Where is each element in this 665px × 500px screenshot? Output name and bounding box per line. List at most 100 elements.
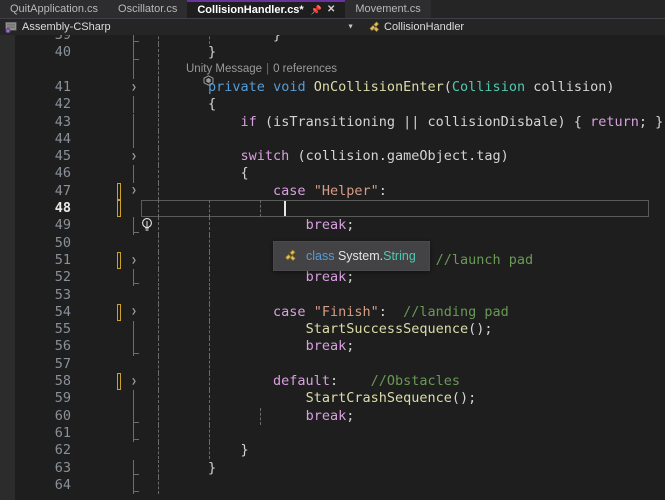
code-line[interactable]: 46 { [15,165,655,183]
fold-collapse-icon[interactable]: ❯ [127,304,141,321]
codelens-separator: | [266,62,270,75]
indent-guide [158,234,159,252]
codelens-label: Unity Message [186,62,263,75]
fold-guide [133,321,134,339]
codelens[interactable]: Unity Message | 0 references [171,62,337,86]
line-number: 53 [54,286,71,303]
line-number: 45 [54,148,71,165]
code-line[interactable]: 56 break; [15,338,655,356]
code-text: if (isTransitioning || collisionDisbale)… [240,113,664,130]
line-number: 47 [54,182,71,199]
code-line[interactable]: 60 break; [15,407,655,426]
code-line[interactable]: 57 [15,355,655,373]
line-number: 49 [54,217,71,234]
code-line[interactable]: 59 StartCrashSequence(); [15,390,655,408]
code-line[interactable]: 43 if (isTransitioning || collisionDisba… [15,113,663,131]
change-marker [117,373,121,391]
code-text: { [143,96,217,113]
line-number: 63 [54,459,71,476]
fold-end-marker [133,476,140,495]
code-line[interactable]: 62 } [15,442,655,460]
fold-end-marker [133,217,140,235]
code-line[interactable]: 52 break; [15,269,655,287]
selection-margin[interactable] [0,35,15,500]
code-line[interactable]: 61 [15,424,655,443]
code-line[interactable]: 45 ❯ switch (collision.gameObject.tag) [15,148,655,166]
tab-collisionhandler[interactable]: CollisionHandler.cs* 📌 ✕ [187,0,346,18]
fold-end-marker [133,459,140,478]
fold-end-marker [133,44,140,62]
line-number: 43 [54,113,71,130]
tab-label: Oscillator.cs [118,2,178,15]
fold-end-marker [133,269,140,287]
tab-movement[interactable]: Movement.cs [345,0,431,18]
lightbulb-icon[interactable] [75,201,152,231]
code-line[interactable]: 40 } [15,44,655,62]
code-line[interactable]: 55 StartSuccessSequence(); [15,321,655,339]
project-name: Assembly-CSharp [22,21,111,33]
class-icon [284,248,299,264]
code-line-current[interactable]: 48 [15,200,655,231]
fold-guide [133,130,134,149]
line-number: 56 [54,338,71,355]
pin-icon[interactable]: 📌 [311,5,322,15]
line-number: 61 [54,424,71,441]
fold-collapse-icon[interactable]: ❯ [127,373,141,390]
indent-guide [209,286,210,304]
fold-collapse-icon[interactable]: ❯ [127,183,141,200]
line-number: 40 [54,44,71,61]
tab-label: QuitApplication.cs [10,2,99,15]
code-line[interactable]: 41 ❯ private void OnCollisionEnter(Colli… [15,78,655,97]
project-dropdown[interactable]: Assembly-CSharp ▼ [0,19,360,35]
code-line[interactable]: 58 ❯ default: //Obstacles [15,373,655,391]
line-number: 42 [54,96,71,113]
chevron-down-icon[interactable]: ▼ [347,24,354,31]
fold-collapse-icon[interactable]: ❯ [127,252,141,269]
fold-collapse-icon[interactable]: ❯ [127,79,141,96]
fold-end-marker [133,35,140,45]
tab-oscillator[interactable]: Oscillator.cs [108,0,188,18]
indent-guide [158,355,159,373]
code-line[interactable]: 63 } [15,459,655,478]
code-text: switch (collision.gameObject.tag) [240,148,509,165]
fold-guide [133,113,134,131]
code-text: StartCrashSequence(); [305,390,477,407]
codelens-references[interactable]: 0 references [273,63,337,75]
indent-guide [158,424,159,443]
line-number: 58 [54,373,71,389]
indent-guide [158,476,159,495]
unity-icon [171,63,214,86]
fold-end-marker [133,424,140,443]
indent-guide [209,355,210,373]
codelens-row[interactable]: Unity Message | 0 references [15,61,655,86]
member-dropdown[interactable]: CollisionHandler [360,19,665,35]
line-number: 57 [54,355,71,372]
close-icon[interactable]: ✕ [327,5,335,15]
code-line[interactable]: 49 break; [15,217,655,235]
fold-end-marker [133,338,140,356]
indent-guide [158,200,159,218]
line-number: 44 [54,130,71,147]
fold-guide [133,165,134,183]
code-editor[interactable]: 39 } 40 } Unity Message | 0 references 4… [0,35,665,500]
line-number: 50 [54,234,71,251]
code-line[interactable]: 53 [15,286,655,304]
line-number: 55 [54,321,71,338]
change-marker [117,182,121,200]
line-number: 51 [54,251,71,268]
tooltip-keyword: class [306,249,335,263]
code-line[interactable]: 42 { [15,96,655,114]
line-number: 41 [54,78,71,95]
fold-collapse-icon[interactable]: ❯ [127,148,141,165]
editor-tab-strip: QuitApplication.cs Oscillator.cs Collisi… [0,0,665,18]
code-line[interactable]: 64 [15,476,655,495]
change-marker [117,303,121,322]
code-line[interactable]: 47 ❯ case "Helper": [15,182,655,200]
tab-quitapplication[interactable]: QuitApplication.cs [0,0,109,18]
code-line[interactable]: 39 } [15,35,655,45]
code-line[interactable]: 54 ❯ case "Finish": //landing pad [15,303,655,322]
code-line[interactable]: 44 [15,130,655,149]
tooltip-type: String [383,249,416,263]
line-number: 59 [54,390,71,407]
code-text: } [143,35,282,43]
